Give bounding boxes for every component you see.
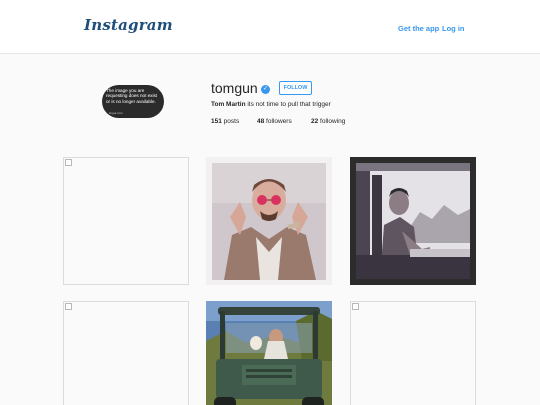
follow-button[interactable]: FOLLOW [279, 81, 312, 95]
avatar-brand-text: imgur.com [109, 111, 123, 115]
posts-stat: 151 posts [211, 118, 239, 125]
followers-label: followers [266, 118, 292, 125]
followers-stat[interactable]: 48 followers [257, 118, 292, 125]
utility-vehicle-photo-image [206, 301, 332, 405]
post-thumbnail-broken[interactable] [63, 301, 189, 405]
profile-username: tomgun [211, 80, 258, 96]
post-thumbnail-photo[interactable] [206, 157, 332, 285]
profile-full-name: Tom Martin [211, 101, 246, 108]
get-the-app-link[interactable]: Get the app [398, 24, 439, 33]
following-count: 22 [311, 118, 319, 125]
profile-avatar[interactable]: The image you are requesting does not ex… [102, 85, 164, 118]
followers-count: 48 [257, 118, 265, 125]
instagram-logo[interactable]: Instagram [84, 16, 173, 34]
following-label: following [320, 118, 346, 125]
window-portrait-photo-image [350, 157, 476, 285]
post-thumbnail-broken[interactable] [63, 157, 189, 285]
profile-bio-text: its not time to pull that trigger [247, 101, 331, 108]
profile-bio: Tom Martin its not time to pull that tri… [211, 101, 331, 108]
log-in-link[interactable]: Log in [442, 24, 465, 33]
portrait-photo-image [206, 157, 332, 285]
posts-label: posts [223, 118, 240, 125]
broken-image-icon [65, 159, 72, 166]
posts-count: 151 [211, 118, 222, 125]
avatar-unavailable-message: The image you are requesting does not ex… [106, 88, 158, 104]
broken-image-icon [352, 303, 359, 310]
post-thumbnail-broken[interactable] [350, 301, 476, 405]
following-stat[interactable]: 22 following [311, 118, 345, 125]
verified-badge-icon: ✓ [261, 85, 270, 94]
top-navigation-bar: Instagram Get the app Log in [0, 0, 540, 54]
post-thumbnail-photo[interactable] [206, 301, 332, 405]
broken-image-icon [65, 303, 72, 310]
post-thumbnail-photo[interactable] [350, 157, 476, 285]
